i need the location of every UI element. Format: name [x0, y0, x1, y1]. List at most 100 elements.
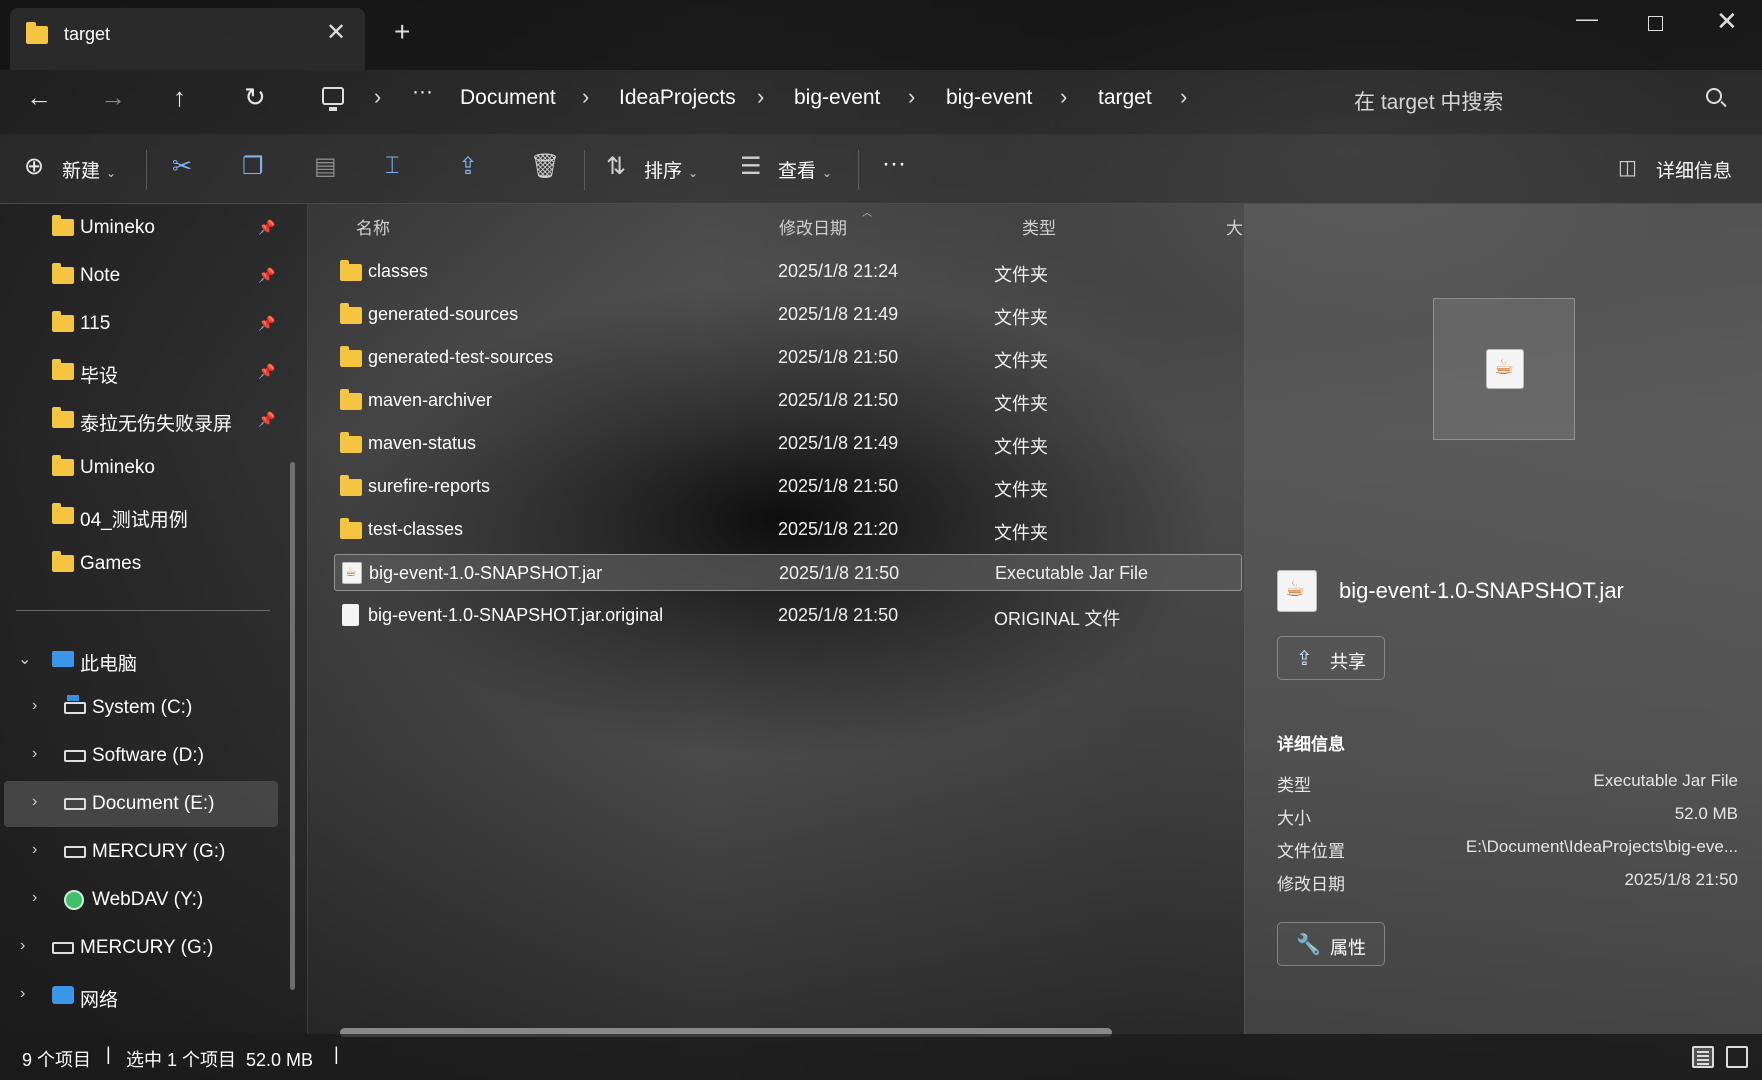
sidebar-item-software-d[interactable]: › Software (D:)	[0, 733, 280, 779]
sidebar-item-115[interactable]: 115 📌	[0, 301, 280, 347]
property-key: 修改日期	[1277, 875, 1345, 894]
file-type: 文件夹	[994, 480, 1048, 500]
share-button[interactable]: ⇪ 共享	[1277, 636, 1385, 680]
file-row[interactable]: big-event-1.0-SNAPSHOT.jar.original 2025…	[334, 597, 1242, 634]
sidebar-item-mercury-g[interactable]: › MERCURY (G:)	[0, 829, 280, 875]
this-pc-icon[interactable]	[322, 87, 344, 111]
paste-icon[interactable]: ▤	[314, 152, 337, 181]
file-row[interactable]: maven-archiver 2025/1/8 21:50 文件夹	[334, 382, 1242, 419]
sidebar-item-document-e[interactable]: › Document (E:)	[4, 781, 278, 827]
sidebar-item-umineko-pinned[interactable]: Umineko 📌	[0, 205, 280, 251]
chevron-down-icon[interactable]: ⌄	[18, 649, 31, 669]
chevron-right-icon[interactable]: ›	[20, 937, 25, 955]
forward-button[interactable]: →	[100, 82, 126, 113]
pin-icon: 📌	[258, 267, 276, 283]
file-name: big-event-1.0-SNAPSHOT.jar.original	[368, 605, 664, 625]
file-row[interactable]: classes 2025/1/8 21:24 文件夹	[334, 253, 1242, 290]
maximize-button[interactable]	[1648, 16, 1663, 31]
file-name: generated-sources	[368, 304, 519, 324]
sidebar-item-label: Umineko	[80, 457, 155, 478]
pin-icon: 📌	[258, 219, 276, 235]
chevron-right-icon[interactable]: ›	[32, 841, 37, 859]
breadcrumb-separator[interactable]: ›	[908, 84, 915, 110]
cut-icon[interactable]: ✂	[172, 152, 192, 181]
file-row[interactable]: test-classes 2025/1/8 21:20 文件夹	[334, 511, 1242, 548]
back-button[interactable]: ←	[26, 82, 52, 113]
pin-icon: 📌	[258, 315, 276, 331]
breadcrumb-big-event-2[interactable]: big-event	[946, 86, 1032, 110]
file-row[interactable]: generated-sources 2025/1/8 21:49 文件夹	[334, 296, 1242, 333]
search-icon[interactable]	[1706, 88, 1722, 104]
breadcrumb-overflow[interactable]: ···	[412, 80, 433, 104]
sidebar-item-mercury-g-removable[interactable]: › MERCURY (G:)	[0, 925, 280, 971]
chevron-down-icon: ⌄	[688, 166, 699, 180]
details-view-button[interactable]	[1692, 1046, 1714, 1068]
breadcrumb-ideaprojects[interactable]: IdeaProjects	[619, 86, 736, 110]
large-icons-view-button[interactable]	[1726, 1046, 1748, 1068]
sidebar-item-terraria-recordings[interactable]: 泰拉无伤失败录屏 📌	[0, 397, 280, 443]
column-header-size[interactable]: 大	[1226, 214, 1243, 239]
chevron-right-icon[interactable]: ›	[32, 793, 37, 811]
file-name: maven-archiver	[368, 390, 493, 410]
chevron-right-icon[interactable]: ›	[32, 697, 37, 715]
file-row-selected[interactable]: big-event-1.0-SNAPSHOT.jar 2025/1/8 21:5…	[334, 554, 1242, 591]
minimize-button[interactable]: —	[1576, 6, 1598, 32]
sidebar-item-webdav-y[interactable]: › WebDAV (Y:)	[0, 877, 280, 923]
breadcrumb-separator[interactable]: ›	[374, 84, 381, 110]
new-tab-button[interactable]: +	[394, 16, 410, 48]
view-button[interactable]: 查看 ⌄	[778, 156, 832, 183]
tab-close-button[interactable]: ✕	[326, 18, 346, 47]
sidebar-item-test-cases[interactable]: 04_测试用例	[0, 493, 280, 539]
java-jar-icon	[342, 562, 362, 584]
new-button[interactable]: 新建 ⌄	[62, 156, 116, 183]
drive-icon	[64, 798, 86, 810]
file-row[interactable]: surefire-reports 2025/1/8 21:50 文件夹	[334, 468, 1242, 505]
copy-icon[interactable]: ❐	[242, 152, 264, 181]
search-input[interactable]: 在 target 中搜索	[1354, 86, 1503, 116]
sidebar-item-network[interactable]: › 网络	[0, 973, 280, 1019]
chevron-right-icon[interactable]: ›	[32, 889, 37, 907]
file-row[interactable]: generated-test-sources 2025/1/8 21:50 文件…	[334, 339, 1242, 376]
sidebar-item-games[interactable]: Games	[0, 541, 280, 587]
up-button[interactable]: ↑	[173, 82, 186, 113]
breadcrumb-big-event[interactable]: big-event	[794, 86, 880, 110]
file-date: 2025/1/8 21:50	[778, 390, 899, 410]
details-pane: big-event-1.0-SNAPSHOT.jar ⇪ 共享 详细信息 类型 …	[1244, 204, 1762, 1034]
breadcrumb-separator[interactable]: ›	[582, 84, 589, 110]
column-header-date[interactable]: 修改日期	[779, 214, 847, 239]
pin-icon: 📌	[258, 411, 276, 427]
column-header-name[interactable]: 名称	[356, 214, 390, 239]
properties-button[interactable]: 🔧 属性	[1277, 922, 1385, 966]
breadcrumb-target[interactable]: target	[1098, 86, 1152, 110]
selection-info: 选中 1 个项目 52.0 MB	[126, 1050, 314, 1070]
sort-button[interactable]: 排序 ⌄	[644, 156, 698, 183]
file-name: surefire-reports	[368, 476, 491, 496]
breadcrumb-separator[interactable]: ›	[757, 84, 764, 110]
refresh-button[interactable]: ↻	[244, 82, 266, 113]
file-type: 文件夹	[994, 394, 1048, 414]
chevron-right-icon[interactable]: ›	[20, 985, 25, 1003]
sidebar-item-umineko[interactable]: Umineko	[0, 445, 280, 491]
sidebar-item-system-c[interactable]: › System (C:)	[0, 685, 280, 731]
file-row[interactable]: maven-status 2025/1/8 21:49 文件夹	[334, 425, 1242, 462]
share-icon[interactable]: ⇪	[458, 152, 478, 181]
chevron-right-icon[interactable]: ›	[32, 745, 37, 763]
sidebar-item-this-pc[interactable]: ⌄ 此电脑	[0, 637, 280, 683]
file-type: Executable Jar File	[995, 563, 1149, 583]
sidebar-scrollbar[interactable]	[290, 462, 295, 990]
wrench-icon: 🔧	[1296, 934, 1321, 956]
more-options-button[interactable]: ···	[882, 150, 906, 178]
close-window-button[interactable]: ✕	[1716, 6, 1738, 37]
breadcrumb-separator[interactable]: ›	[1060, 84, 1067, 110]
details-pane-button[interactable]: 详细信息	[1656, 156, 1732, 183]
column-header-type[interactable]: 类型	[1022, 214, 1056, 239]
delete-icon[interactable]: 🗑	[530, 152, 560, 181]
java-jar-icon	[1486, 349, 1524, 389]
breadcrumb-separator[interactable]: ›	[1180, 84, 1187, 110]
sidebar-item-graduation-project[interactable]: 毕设 📌	[0, 349, 280, 395]
rename-icon[interactable]: ⌶	[385, 152, 399, 180]
folder-icon	[340, 303, 362, 324]
breadcrumb-document[interactable]: Document	[460, 86, 556, 110]
sort-icon: ⇅	[606, 153, 627, 180]
sidebar-item-note[interactable]: Note 📌	[0, 253, 280, 299]
